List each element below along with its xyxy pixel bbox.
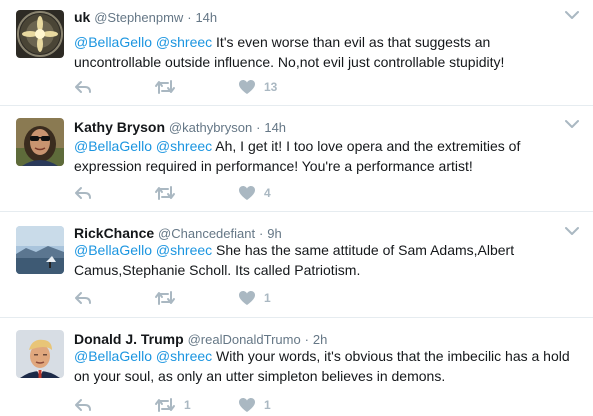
username[interactable]: @realDonaldTrumo (188, 332, 301, 347)
reply-icon (75, 399, 91, 411)
like-count: 1 (264, 291, 271, 305)
avatar[interactable] (16, 10, 64, 58)
timestamp[interactable]: 14h (264, 120, 286, 135)
mention-links[interactable]: @BellaGello @shreec (74, 138, 212, 154)
woman-sunglasses-avatar-icon (16, 118, 64, 166)
username[interactable]: @kathybryson (169, 120, 252, 135)
tweet-actions: 1 (74, 288, 474, 308)
separator-dot: · (256, 120, 261, 135)
timestamp[interactable]: 9h (267, 226, 281, 241)
reply-icon (75, 81, 91, 93)
avatar[interactable] (16, 226, 64, 274)
tweet-text: @BellaGello @shreec Ah, I get it! I too … (74, 136, 575, 176)
timestamp[interactable]: 14h (195, 10, 217, 25)
retweet-icon (155, 186, 175, 200)
like-button[interactable]: 4 (238, 183, 271, 203)
timestamp[interactable]: 2h (313, 332, 327, 347)
landscape-avatar-icon (16, 226, 64, 274)
retweet-icon (155, 291, 175, 305)
like-button[interactable]: 1 (238, 288, 271, 308)
heart-icon (239, 291, 255, 305)
fullname[interactable]: Donald J. Trump (74, 331, 184, 347)
reply-button[interactable] (74, 395, 92, 415)
chevron-down-icon[interactable] (565, 10, 579, 20)
tweet-text: @BellaGello @shreec It's even worse than… (74, 32, 575, 72)
tweet[interactable]: Kathy Bryson @kathybryson · 14h @BellaGe… (0, 106, 593, 212)
retweet-button[interactable] (154, 77, 184, 97)
retweet-button[interactable] (154, 288, 184, 308)
separator-dot: · (258, 226, 264, 241)
man-portrait-avatar-icon (16, 330, 64, 378)
chevron-down-icon[interactable] (565, 119, 579, 129)
tweet-text: @BellaGello @shreec She has the same att… (74, 240, 575, 280)
like-button[interactable]: 13 (238, 77, 277, 97)
reply-button[interactable] (74, 183, 92, 203)
chevron-down-icon[interactable] (565, 226, 579, 236)
tweet-actions: 4 (74, 183, 474, 203)
mention-links[interactable]: @BellaGello @shreec (74, 242, 212, 258)
tweet-header: Kathy Bryson @kathybryson · 14h (74, 118, 553, 137)
reply-button[interactable] (74, 77, 92, 97)
retweet-count: 1 (184, 398, 191, 412)
fullname[interactable]: uk (74, 9, 90, 25)
like-count: 1 (264, 398, 271, 412)
mention-links[interactable]: @BellaGello @shreec (74, 34, 212, 50)
heart-icon (239, 398, 255, 412)
mention-links[interactable]: @BellaGello @shreec (74, 348, 212, 364)
username[interactable]: @Chancedefiant (158, 226, 255, 241)
tweet-header: uk @Stephenpmw · 14h (74, 8, 553, 27)
reply-icon (75, 187, 91, 199)
reply-icon (75, 292, 91, 304)
tweet[interactable]: RickChance @Chancedefiant · 9h @BellaGel… (0, 212, 593, 318)
tweet[interactable]: uk @Stephenpmw · 14h @BellaGello @shreec… (0, 0, 593, 106)
retweet-button[interactable] (154, 183, 184, 203)
like-count: 13 (264, 80, 278, 94)
tweet-actions: 1 1 (74, 395, 474, 415)
tweet-actions: 13 (74, 77, 474, 97)
flower-avatar-icon (16, 10, 64, 58)
heart-icon (239, 186, 255, 200)
separator-dot: · (187, 10, 192, 25)
avatar[interactable] (16, 330, 64, 378)
fullname[interactable]: Kathy Bryson (74, 119, 165, 135)
fullname[interactable]: RickChance (74, 225, 154, 241)
retweet-button[interactable]: 1 (154, 395, 191, 415)
username[interactable]: @Stephenpmw (94, 10, 183, 25)
like-count: 4 (264, 186, 271, 200)
separator-dot: · (304, 332, 309, 347)
avatar[interactable] (16, 118, 64, 166)
heart-icon (239, 80, 255, 94)
like-button[interactable]: 1 (238, 395, 271, 415)
retweet-icon (155, 80, 175, 94)
retweet-icon (155, 398, 175, 412)
reply-button[interactable] (74, 288, 92, 308)
tweet-text: @BellaGello @shreec With your words, it'… (74, 346, 575, 386)
tweet[interactable]: Donald J. Trump @realDonaldTrumo · 2h @B… (0, 318, 593, 416)
